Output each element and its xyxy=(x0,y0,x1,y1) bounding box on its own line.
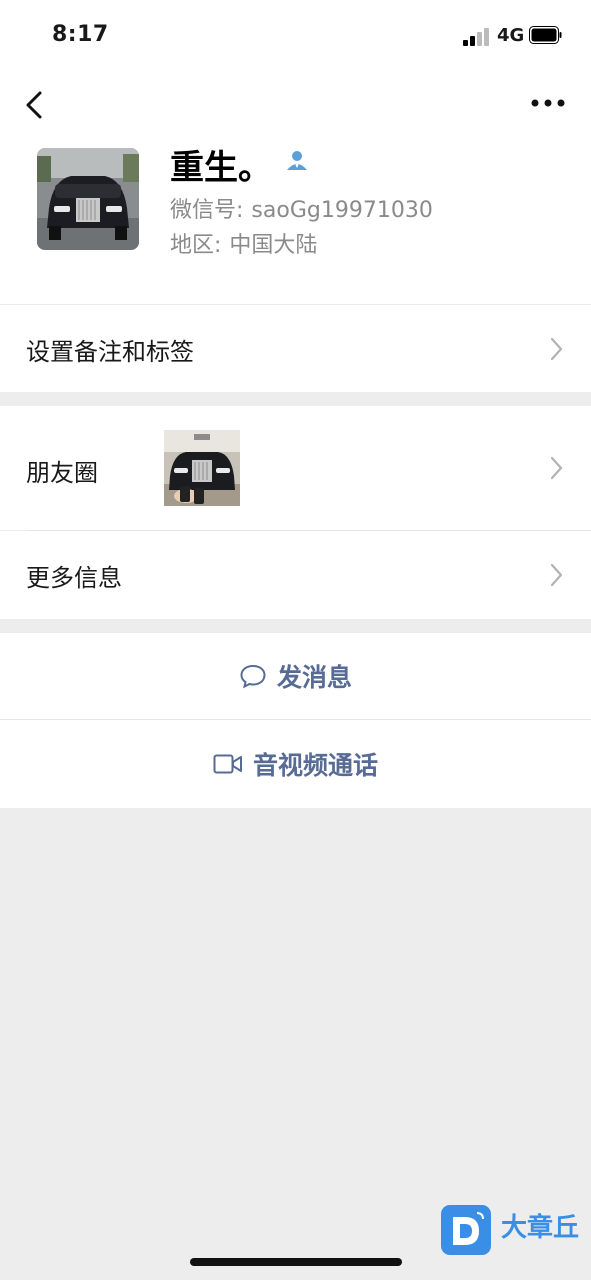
moments-label: 朋友圈 xyxy=(26,459,98,487)
moments-row[interactable]: 朋友圈 xyxy=(0,406,591,530)
chevron-right-icon xyxy=(550,337,563,361)
send-message-label: 发消息 xyxy=(276,663,352,692)
chevron-right-icon xyxy=(550,456,563,480)
profile-name: 重生。 xyxy=(170,148,272,188)
avatar[interactable] xyxy=(37,148,139,250)
network-type: 4G xyxy=(497,25,525,46)
signal-icon xyxy=(463,28,491,46)
watermark-logo xyxy=(441,1205,491,1255)
region-line: 地区: 中国大陆 xyxy=(170,227,317,259)
home-indicator[interactable] xyxy=(190,1258,402,1266)
region-value: 中国大陆 xyxy=(229,233,318,258)
remark-tags-row[interactable]: 设置备注和标签 xyxy=(0,305,591,392)
chat-bubble-icon xyxy=(240,664,266,689)
nav-bar xyxy=(0,70,591,140)
more-info-row[interactable]: 更多信息 xyxy=(0,531,591,619)
send-message-button[interactable]: 发消息 xyxy=(0,633,591,719)
video-call-button[interactable]: 音视频通话 xyxy=(0,720,591,808)
wechat-id-value: saoGg19971030 xyxy=(251,198,433,223)
wechat-id-line: 微信号: saoGg19971030 xyxy=(170,192,433,224)
watermark: 大章丘 xyxy=(441,1205,591,1257)
status-bar: 8:17 4G xyxy=(0,0,591,70)
status-time: 8:17 xyxy=(52,22,109,47)
battery-icon xyxy=(529,26,562,44)
chevron-right-icon xyxy=(550,563,563,587)
moments-thumbnail[interactable] xyxy=(164,430,240,506)
video-call-label: 音视频通话 xyxy=(252,751,378,780)
more-dots-icon[interactable] xyxy=(528,90,568,116)
region-label: 地区: xyxy=(170,233,222,258)
contact-person-icon xyxy=(287,151,307,170)
video-camera-icon xyxy=(213,754,242,774)
chevron-left-icon[interactable] xyxy=(20,85,50,125)
more-info-label: 更多信息 xyxy=(26,564,122,592)
wechat-id-label: 微信号: xyxy=(170,198,244,223)
profile-header: 重生。 微信号: saoGg19971030 地区: 中国大陆 xyxy=(0,140,591,304)
watermark-text: 大章丘 xyxy=(501,1213,580,1243)
remark-tags-label: 设置备注和标签 xyxy=(26,338,194,366)
